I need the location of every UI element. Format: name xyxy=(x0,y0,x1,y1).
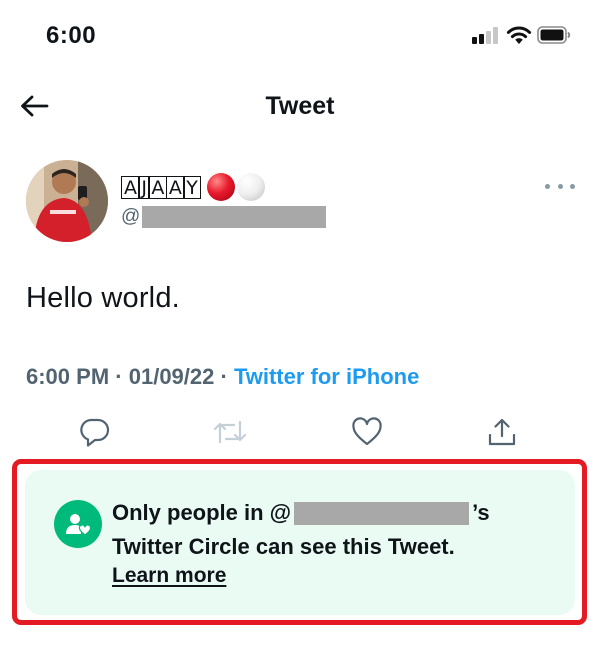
circle-notice-suffix: ’s xyxy=(472,500,490,525)
more-horizontal-icon xyxy=(557,183,563,189)
tweet-source-link[interactable]: Twitter for iPhone xyxy=(234,364,419,389)
tweet-date: 01/09/22 xyxy=(128,364,215,389)
tweet-time: 6:00 PM xyxy=(26,364,110,389)
white-circle-emoji xyxy=(237,173,266,201)
circle-notice-prefix: Only people in @ xyxy=(112,500,292,525)
display-name-letter: A xyxy=(165,175,185,199)
display-name[interactable]: A J A A Y xyxy=(121,173,266,201)
learn-more-link[interactable]: Learn more xyxy=(112,564,226,588)
circle-notice-line2: Twitter Circle can see this Tweet. xyxy=(112,534,455,559)
like-button[interactable] xyxy=(349,414,385,450)
tweet-metadata: 6:00 PM · 01/09/22 · Twitter for iPhone xyxy=(26,364,419,390)
more-horizontal-icon xyxy=(570,183,575,189)
tweet-text: Hello world. xyxy=(26,282,180,314)
reply-icon xyxy=(80,418,110,447)
more-horizontal-icon xyxy=(545,183,550,189)
reply-button[interactable] xyxy=(77,414,113,450)
twitter-circle-icon xyxy=(54,500,102,548)
display-name-letter: A xyxy=(148,175,168,199)
retweet-icon xyxy=(213,420,247,444)
redacted-handle xyxy=(294,501,470,525)
meta-separator: · xyxy=(220,364,228,389)
meta-separator: · xyxy=(115,364,123,389)
top-nav: Tweet xyxy=(0,70,600,142)
redacted-handle xyxy=(142,206,327,228)
status-bar: 6:00 xyxy=(0,0,600,70)
share-icon xyxy=(488,418,516,446)
user-handle[interactable]: @ xyxy=(121,206,327,228)
display-name-letter: A xyxy=(121,175,140,199)
red-circle-emoji xyxy=(207,173,236,201)
wifi-icon xyxy=(506,26,532,44)
display-name-letter: Y xyxy=(183,175,201,199)
status-time: 6:00 xyxy=(46,22,97,49)
share-button[interactable] xyxy=(484,414,520,450)
heart-icon xyxy=(352,417,382,446)
more-options-button[interactable] xyxy=(545,180,575,192)
page-title: Tweet xyxy=(265,92,335,120)
cellular-signal-icon xyxy=(472,26,500,44)
battery-icon xyxy=(537,26,571,44)
retweet-button[interactable] xyxy=(212,414,248,450)
handle-prefix: @ xyxy=(121,206,141,227)
tweet-actions xyxy=(0,410,600,454)
avatar[interactable] xyxy=(26,160,108,242)
circle-notice-line1: Only people in @ ’s xyxy=(112,500,490,526)
avatar-photo xyxy=(26,160,108,242)
